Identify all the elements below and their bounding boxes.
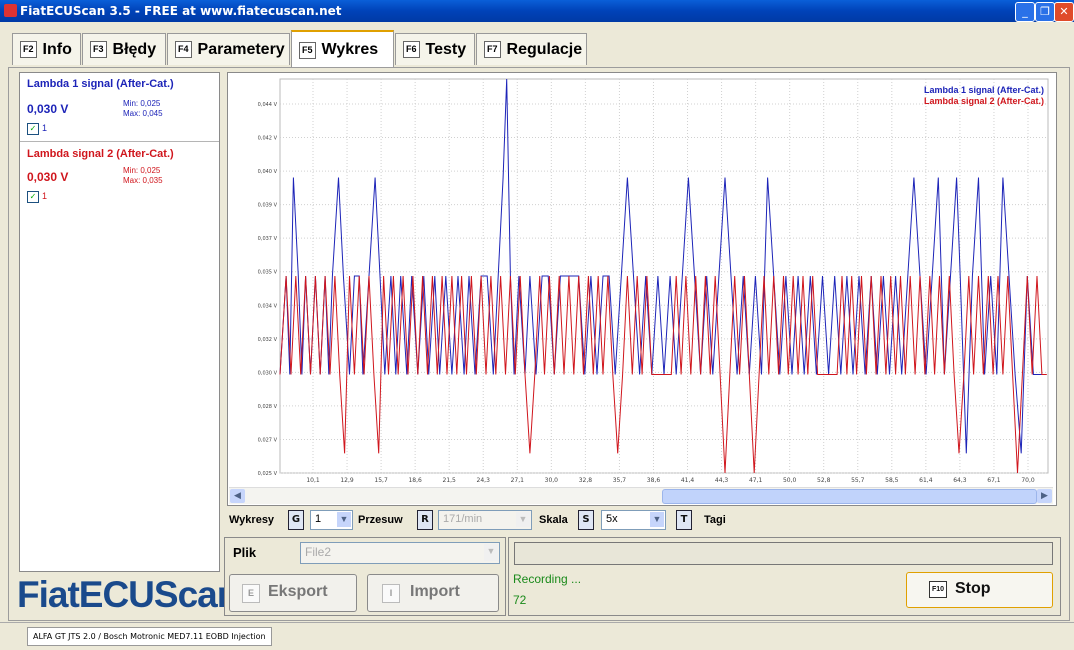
fiatecuscan-logo: FiatECUScan: [17, 574, 239, 615]
y-tick-label: 0,027 V: [258, 437, 278, 443]
recording-status: Recording ...: [513, 572, 582, 586]
tab-regulacje[interactable]: F7 Regulacje: [476, 33, 587, 65]
y-tick-label: 0,032 V: [258, 337, 278, 343]
signal-1-title: Lambda 1 signal (After-Cat.): [27, 78, 174, 90]
skala-key[interactable]: S: [578, 510, 594, 530]
chart-panel: 0,044 V 0,042 V 0,040 V 0,039 V 0,037 V 0,035…: [227, 72, 1057, 506]
x-tick-label: 52,8: [817, 477, 831, 484]
maximize-button[interactable]: ❐: [1035, 2, 1055, 22]
x-tick-label: 64,3: [953, 477, 967, 484]
tab-testy[interactable]: F6 Testy: [395, 33, 475, 65]
file-panel: Plik File2 ▼ E Eksport I Import: [224, 537, 506, 616]
legend-entry: Lambda 1 signal (After-Cat.): [924, 85, 1044, 95]
y-tick-label: 0,028 V: [258, 404, 278, 410]
skala-label: Skala: [539, 514, 568, 526]
x-tick-label: 30,0: [545, 477, 559, 484]
x-tick-label: 50,0: [783, 477, 797, 484]
tab-info[interactable]: F2 Info: [12, 33, 81, 65]
recording-progress: [514, 542, 1053, 565]
signal-2-max: Max: 0,035: [123, 176, 163, 185]
y-tick-label: 0,044 V: [258, 102, 278, 108]
legend-entry: Lambda signal 2 (After-Cat.): [924, 96, 1044, 106]
x-tick-label: 12,9: [340, 477, 354, 484]
status-bar: ALFA GT JTS 2.0 / Bosch Motronic MED7.11…: [0, 622, 1074, 650]
window-title: FiatECUScan 3.5 - FREE at www.fiatecusca…: [20, 4, 342, 18]
signal-1-min: Min: 0,025: [123, 99, 161, 108]
tagi-label: Tagi: [704, 514, 726, 526]
chart-scrollbar[interactable]: ◀ ▶: [229, 487, 1053, 504]
signal-1-checkbox[interactable]: ✓: [27, 123, 39, 135]
file-select: File2 ▼: [300, 542, 500, 564]
skala-select[interactable]: 5x ▼: [601, 510, 666, 530]
x-tick-label: 61,4: [919, 477, 933, 484]
y-tick-label: 0,034 V: [258, 303, 278, 309]
signal-divider: [20, 141, 219, 142]
x-tick-label: 38,6: [647, 477, 661, 484]
plot-area: [279, 78, 1049, 474]
x-tick-label: 44,3: [715, 477, 729, 484]
przesuw-key[interactable]: R: [417, 510, 433, 530]
tab-wykres[interactable]: F5 Wykres: [291, 30, 394, 68]
signal-1-value: 0,030 V: [27, 102, 69, 116]
signal-2-title: Lambda signal 2 (After-Cat.): [27, 148, 174, 160]
y-tick-label: 0,039 V: [258, 203, 278, 209]
signal-2-min: Min: 0,025: [123, 166, 161, 175]
signal-2-check-label: 1: [42, 191, 48, 201]
recording-panel: Recording ... 72 F10 Stop: [508, 537, 1061, 616]
y-tick-label: 0,035 V: [258, 270, 278, 276]
title-bar: FiatECUScan 3.5 - FREE at www.fiatecusca…: [0, 0, 1074, 22]
x-tick-label: 47,1: [749, 477, 763, 484]
chevron-down-icon: ▼: [650, 512, 664, 527]
scroll-right-button[interactable]: ▶: [1037, 489, 1052, 503]
scroll-thumb[interactable]: [662, 489, 1037, 504]
x-tick-label: 70,0: [1021, 477, 1035, 484]
y-tick-label: 0,042 V: [258, 136, 278, 142]
x-tick-label: 15,7: [374, 477, 388, 484]
x-tick-label: 58,5: [885, 477, 899, 484]
stop-button[interactable]: F10 Stop: [906, 572, 1053, 608]
y-tick-label: 0,040 V: [258, 169, 278, 175]
x-tick-label: 27,1: [511, 477, 525, 484]
minimize-button[interactable]: _: [1015, 2, 1035, 22]
wykresy-label: Wykresy: [229, 514, 275, 526]
x-tick-label: 35,7: [613, 477, 627, 484]
x-tick-label: 67,1: [987, 477, 1001, 484]
wykresy-key[interactable]: G: [288, 510, 304, 530]
close-button[interactable]: ✕: [1054, 2, 1074, 22]
signals-panel: Lambda 1 signal (After-Cat.) 0,030 V Min…: [19, 72, 220, 572]
signal-1-max: Max: 0,045: [123, 109, 163, 118]
x-tick-label: 55,7: [851, 477, 865, 484]
signal-2-checkbox[interactable]: ✓: [27, 191, 39, 203]
chevron-down-icon: ▼: [337, 512, 351, 527]
x-tick-label: 24,3: [477, 477, 491, 484]
przesuw-label: Przesuw: [358, 514, 403, 526]
signal-2-value: 0,030 V: [27, 170, 69, 184]
scroll-left-button[interactable]: ◀: [230, 489, 245, 503]
chevron-down-icon: ▼: [516, 512, 530, 527]
x-tick-label: 21,5: [443, 477, 457, 484]
y-tick-label: 0,030 V: [258, 370, 278, 376]
x-tick-label: 10,1: [306, 477, 320, 484]
przesuw-select: 171/min ▼: [438, 510, 532, 530]
y-tick-label: 0,025 V: [258, 471, 278, 477]
x-tick-label: 32,8: [579, 477, 593, 484]
chevron-down-icon: ▼: [484, 544, 498, 561]
app-icon: [4, 4, 17, 17]
vehicle-info: ALFA GT JTS 2.0 / Bosch Motronic MED7.11…: [27, 627, 272, 646]
import-button[interactable]: I Import: [367, 574, 499, 612]
signal-chart: 0,044 V 0,042 V 0,040 V 0,039 V 0,037 V 0,035…: [258, 78, 1049, 484]
x-tick-label: 18,6: [408, 477, 422, 484]
wykresy-select[interactable]: 1 ▼: [310, 510, 353, 530]
recording-count: 72: [513, 593, 527, 607]
tagi-key[interactable]: T: [676, 510, 692, 530]
export-button[interactable]: E Eksport: [229, 574, 357, 612]
signal-1-check-label: 1: [42, 123, 48, 133]
file-label: Plik: [233, 545, 257, 560]
x-tick-label: 41,4: [681, 477, 695, 484]
tab-parametery[interactable]: F4 Parametery: [167, 33, 290, 65]
y-tick-label: 0,037 V: [258, 236, 278, 242]
tab-bledy[interactable]: F3 Błędy: [82, 33, 166, 65]
